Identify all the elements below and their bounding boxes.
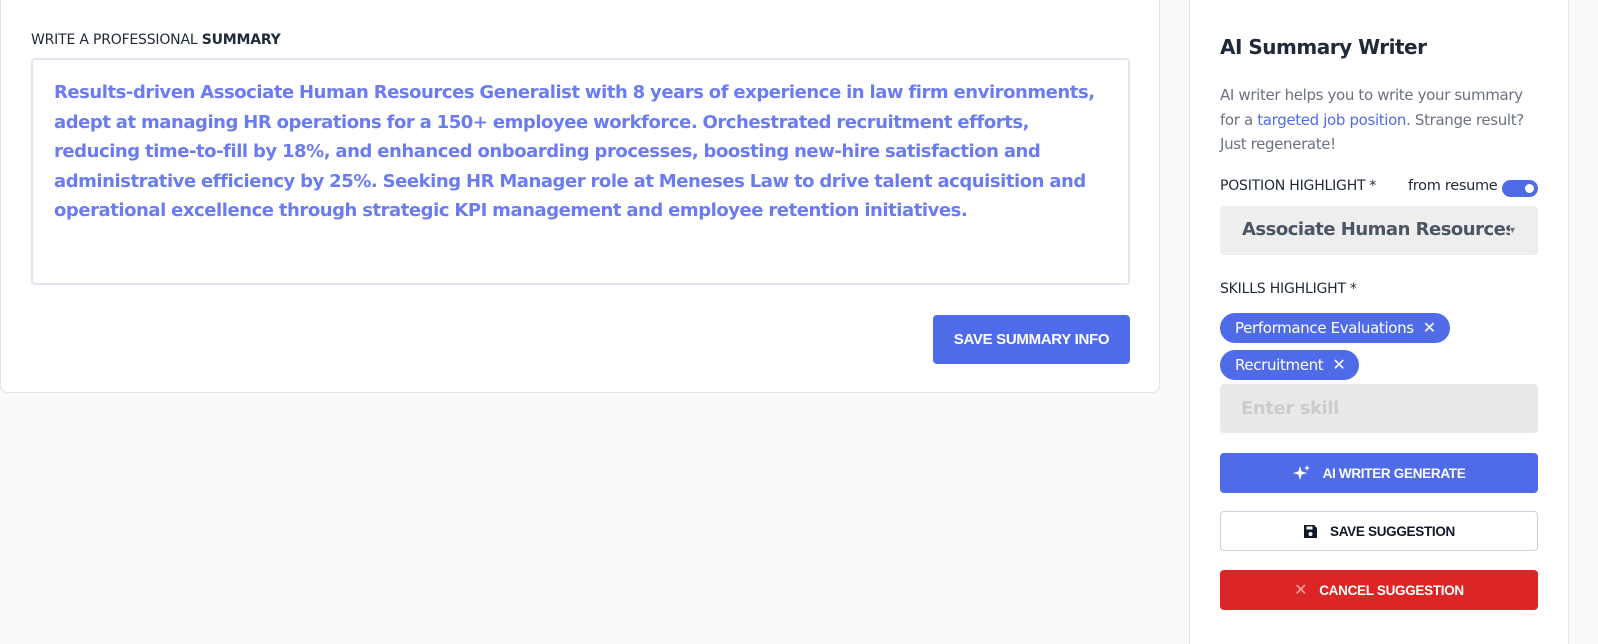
sparkles-icon: [1292, 464, 1311, 482]
required-mark: *: [1349, 281, 1357, 297]
targeted-job-position-link[interactable]: targeted job position: [1257, 111, 1406, 129]
skill-chip: Performance Evaluations ✕: [1220, 313, 1450, 343]
from-resume-label: from resume: [1408, 178, 1498, 194]
ai-writer-panel: AI Summary Writer AI writer helps you to…: [1189, 0, 1569, 644]
position-select-value: Associate Human Resources Generalist: [1242, 219, 1538, 240]
generate-label: AI WRITER GENERATE: [1322, 465, 1466, 481]
panel-title: AI Summary Writer: [1220, 35, 1427, 59]
close-icon[interactable]: ✕: [1332, 357, 1345, 373]
summary-card: WRITE A PROFESSIONAL SUMMARY Results-dri…: [0, 0, 1160, 393]
close-icon: ✕: [1294, 582, 1308, 599]
summary-textarea[interactable]: Results-driven Associate Human Resources…: [31, 58, 1130, 285]
required-mark: *: [1369, 178, 1377, 194]
skill-input[interactable]: [1220, 384, 1538, 433]
toggle-knob: [1525, 184, 1534, 193]
save-suggestion-button[interactable]: SAVE SUGGESTION: [1220, 511, 1538, 551]
save-suggestion-label: SAVE SUGGESTION: [1329, 523, 1456, 539]
cancel-suggestion-label: CANCEL SUGGESTION: [1319, 582, 1464, 598]
skill-chip-label: Performance Evaluations: [1235, 319, 1414, 337]
position-highlight-label: POSITION HIGHLIGHT *: [1220, 178, 1376, 194]
close-icon[interactable]: ✕: [1423, 320, 1436, 336]
position-label-text: POSITION HIGHLIGHT: [1220, 178, 1366, 194]
ai-writer-generate-button[interactable]: AI WRITER GENERATE: [1220, 453, 1538, 493]
chevron-down-icon: ▾: [1510, 206, 1538, 255]
from-resume-toggle[interactable]: [1502, 180, 1538, 197]
skills-label-text: SKILLS HIGHLIGHT: [1220, 281, 1346, 297]
skill-chip-label: Recruitment: [1235, 356, 1324, 374]
section-heading-prefix: WRITE A PROFESSIONAL: [31, 32, 202, 48]
skill-chip: Recruitment ✕: [1220, 350, 1360, 380]
panel-description: AI writer helps you to write your summar…: [1220, 83, 1545, 157]
section-heading: WRITE A PROFESSIONAL SUMMARY: [31, 32, 281, 48]
section-heading-bold: SUMMARY: [201, 32, 281, 48]
floppy-disk-icon: [1303, 524, 1318, 539]
cancel-suggestion-button[interactable]: ✕ CANCEL SUGGESTION: [1220, 570, 1538, 610]
skills-highlight-label: SKILLS HIGHLIGHT *: [1220, 281, 1357, 297]
save-summary-button[interactable]: SAVE SUMMARY INFO: [933, 315, 1130, 364]
position-select[interactable]: Associate Human Resources Generalist ▾: [1220, 206, 1538, 255]
